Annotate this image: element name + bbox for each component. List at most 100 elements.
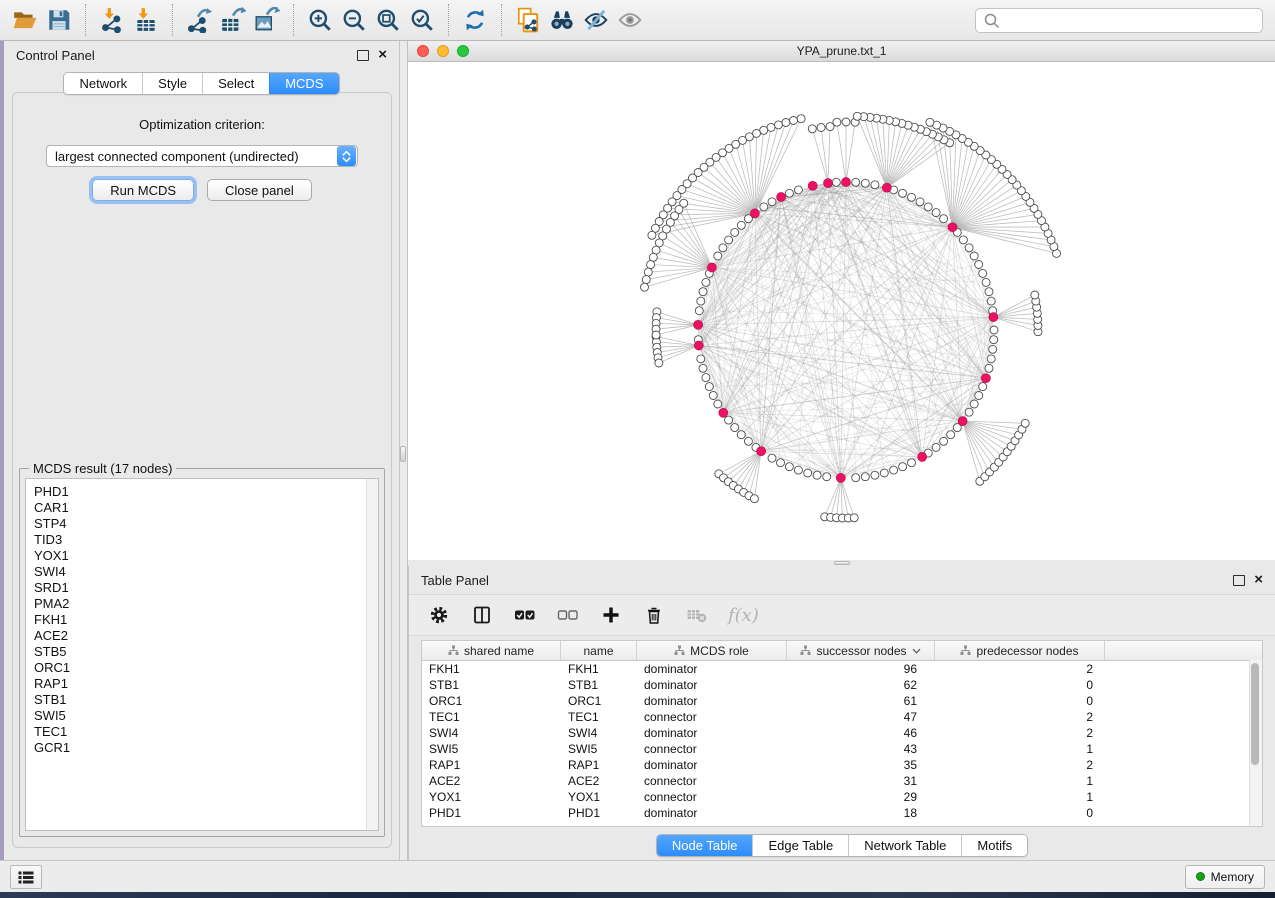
mcds-result-item[interactable]: GCR1 [34, 740, 378, 756]
select-all-button[interactable] [513, 603, 537, 627]
zoom-out-button[interactable] [337, 4, 371, 36]
mcds-result-item[interactable]: FKH1 [34, 612, 378, 628]
window-close-icon[interactable] [417, 45, 429, 57]
table-row[interactable]: ACE2ACE2connector311 [422, 773, 1262, 789]
export-network-button[interactable] [182, 4, 216, 36]
result-scrollbar[interactable] [366, 479, 378, 830]
mcds-result-item[interactable]: ORC1 [34, 660, 378, 676]
mcds-result-item[interactable]: TEC1 [34, 724, 378, 740]
search-field[interactable] [975, 8, 1263, 33]
import-network-button[interactable] [95, 4, 129, 36]
zoom-in-button[interactable] [303, 4, 337, 36]
toolbar-separator [501, 4, 502, 36]
table-cell: FKH1 [422, 661, 561, 677]
scrollbar-thumb[interactable] [1251, 663, 1259, 765]
show-all-button[interactable] [613, 4, 647, 36]
table-cell: ORC1 [561, 693, 637, 709]
mcds-result-item[interactable]: RAP1 [34, 676, 378, 692]
open-folder-icon [12, 7, 38, 33]
table-row[interactable]: ORC1ORC1dominator610 [422, 693, 1262, 709]
table-tabs: Node TableEdge TableNetwork TableMotifs [656, 834, 1028, 857]
mcds-result-item[interactable]: PMA2 [34, 596, 378, 612]
column-header-name[interactable]: name [561, 641, 637, 660]
add-column-button[interactable] [599, 603, 623, 627]
splitter-grip[interactable] [400, 446, 406, 462]
tab-network[interactable]: Network [64, 73, 142, 94]
save-session-button[interactable] [42, 4, 76, 36]
mcds-result-item[interactable]: PHD1 [34, 484, 378, 500]
mcds-result-item[interactable]: TID3 [34, 532, 378, 548]
vertical-splitter[interactable] [400, 41, 408, 860]
dropdown-stepper-icon [337, 146, 356, 166]
float-panel-icon[interactable] [1233, 575, 1245, 586]
table-scrollbar[interactable] [1249, 660, 1262, 826]
search-input[interactable] [1000, 9, 1262, 31]
first-neighbors-button[interactable] [545, 4, 579, 36]
mcds-result-item[interactable]: STP4 [34, 516, 378, 532]
column-type-icon [800, 645, 811, 656]
window-minimize-icon[interactable] [437, 45, 449, 57]
network-title: YPA_prune.txt_1 [797, 44, 887, 58]
split-view-button[interactable] [470, 603, 494, 627]
mcds-result-list[interactable]: PHD1CAR1STP4TID3YOX1SWI4SRD1PMA2FKH1ACE2… [25, 478, 379, 831]
splitter-grip[interactable] [834, 561, 850, 565]
close-panel-icon[interactable]: × [378, 50, 387, 60]
deselect-all-button[interactable] [556, 603, 580, 627]
run-mcds-button[interactable]: Run MCDS [92, 179, 194, 201]
column-header-predecessor-nodes[interactable]: predecessor nodes [935, 641, 1105, 660]
zoom-selected-button[interactable] [405, 4, 439, 36]
column-header-successor-nodes[interactable]: successor nodes [787, 641, 935, 660]
refresh-button[interactable] [458, 4, 492, 36]
tab-select[interactable]: Select [202, 73, 269, 94]
horizontal-splitter[interactable] [408, 560, 1275, 566]
table-row[interactable]: FKH1FKH1dominator962 [422, 661, 1262, 677]
network-canvas[interactable] [408, 62, 1275, 560]
table-row[interactable]: TEC1TEC1connector472 [422, 709, 1262, 725]
export-table-button[interactable] [216, 4, 250, 36]
close-panel-icon[interactable]: × [1254, 575, 1263, 585]
mcds-result-item[interactable]: ACE2 [34, 628, 378, 644]
open-file-button[interactable] [8, 4, 42, 36]
float-panel-icon[interactable] [357, 50, 369, 61]
table-row[interactable]: RAP1RAP1dominator352 [422, 757, 1262, 773]
mcds-result-item[interactable]: SWI5 [34, 708, 378, 724]
control-panel: Control Panel × NetworkStyleSelectMCDS O… [4, 41, 400, 860]
tab-node-table[interactable]: Node Table [657, 835, 753, 856]
window-maximize-icon[interactable] [457, 45, 469, 57]
column-header-MCDS-role[interactable]: MCDS role [637, 641, 787, 660]
mcds-result-item[interactable]: SRD1 [34, 580, 378, 596]
network-window-titlebar[interactable]: YPA_prune.txt_1 [408, 41, 1275, 62]
export-image-icon [254, 7, 280, 33]
mcds-result-item[interactable]: STB5 [34, 644, 378, 660]
table-row[interactable]: SWI4SWI4dominator462 [422, 725, 1262, 741]
criterion-dropdown[interactable]: largest connected component (undirected) [46, 145, 358, 167]
mcds-result-item[interactable]: CAR1 [34, 500, 378, 516]
table-row[interactable]: SWI5SWI5connector431 [422, 741, 1262, 757]
column-header-shared-name[interactable]: shared name [422, 641, 561, 660]
tab-edge-table[interactable]: Edge Table [752, 835, 848, 856]
mcds-result-item[interactable]: YOX1 [34, 548, 378, 564]
tab-style[interactable]: Style [142, 73, 202, 94]
table-row[interactable]: PHD1PHD1dominator180 [422, 805, 1262, 821]
export-image-button[interactable] [250, 4, 284, 36]
table-row[interactable]: YOX1YOX1connector291 [422, 789, 1262, 805]
import-table-button[interactable] [129, 4, 163, 36]
table-cell: TEC1 [561, 709, 637, 725]
tab-mcds[interactable]: MCDS [269, 73, 338, 94]
close-panel-button[interactable]: Close panel [207, 179, 312, 201]
delete-column-button[interactable] [642, 603, 666, 627]
optimization-criterion-label: Optimization criterion: [13, 117, 391, 132]
clone-network-button[interactable] [511, 4, 545, 36]
zoom-fit-button[interactable] [371, 4, 405, 36]
tab-motifs[interactable]: Motifs [961, 835, 1027, 856]
table-cell: TEC1 [422, 709, 561, 725]
mcds-result-item[interactable]: STB1 [34, 692, 378, 708]
delete-table-icon [686, 605, 708, 625]
hide-selected-button[interactable] [579, 4, 613, 36]
table-row[interactable]: STB1STB1dominator620 [422, 677, 1262, 693]
task-history-button[interactable] [10, 865, 42, 889]
table-settings-button[interactable] [427, 603, 451, 627]
tab-network-table[interactable]: Network Table [848, 835, 961, 856]
memory-button[interactable]: Memory [1185, 865, 1265, 889]
mcds-result-item[interactable]: SWI4 [34, 564, 378, 580]
